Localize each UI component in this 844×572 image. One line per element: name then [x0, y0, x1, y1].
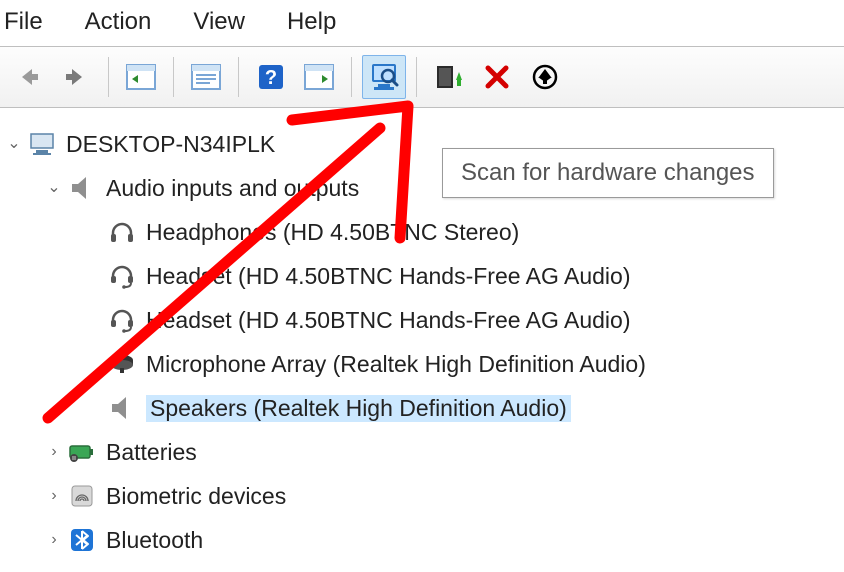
uninstall-icon — [483, 63, 511, 91]
collapse-icon[interactable]: ⌄ — [4, 136, 24, 152]
toolbar-separator — [416, 57, 417, 97]
tree-category-bluetooth[interactable]: › Bluetooth — [0, 518, 844, 562]
headset-icon — [106, 304, 138, 336]
headphones-icon — [106, 216, 138, 248]
collapse-icon[interactable]: ⌄ — [44, 180, 64, 196]
tree-item-label: Speakers (Realtek High Definition Audio) — [146, 395, 571, 422]
toolbar: ? — [0, 46, 844, 108]
disable-icon — [531, 63, 559, 91]
toolbar-separator — [351, 57, 352, 97]
help-button[interactable]: ? — [249, 55, 293, 99]
tree-item-label: Biometric devices — [106, 485, 286, 508]
uninstall-button[interactable] — [475, 55, 519, 99]
speaker-icon — [106, 392, 138, 424]
tree-item-headset[interactable]: Headset (HD 4.50BTNC Hands-Free AG Audio… — [0, 254, 844, 298]
menu-help[interactable]: Help — [287, 8, 336, 36]
scan-icon — [368, 62, 400, 92]
scan-hardware-button[interactable] — [362, 55, 406, 99]
menu-bar: File Action View Help — [0, 0, 844, 46]
tree-item-microphone[interactable]: Microphone Array (Realtek High Definitio… — [0, 342, 844, 386]
expand-icon[interactable]: › — [44, 488, 64, 504]
microphone-icon — [106, 348, 138, 380]
toolbar-separator — [173, 57, 174, 97]
tree-item-label: Headset (HD 4.50BTNC Hands-Free AG Audio… — [146, 265, 630, 288]
tree-category-batteries[interactable]: › Batteries — [0, 430, 844, 474]
bluetooth-icon — [66, 524, 98, 556]
toolbar-separator — [238, 57, 239, 97]
tree-item-label: Audio inputs and outputs — [106, 177, 359, 200]
headset-icon — [106, 260, 138, 292]
tree-item-headphones[interactable]: Headphones (HD 4.50BTNC Stereo) — [0, 210, 844, 254]
expand-icon[interactable]: › — [44, 532, 64, 548]
forward-button[interactable] — [54, 55, 98, 99]
pane-action-icon — [304, 64, 334, 90]
arrow-left-icon — [14, 63, 42, 91]
tree-item-label: Headphones (HD 4.50BTNC Stereo) — [146, 221, 519, 244]
menu-action[interactable]: Action — [85, 8, 152, 36]
tree-item-headset[interactable]: Headset (HD 4.50BTNC Hands-Free AG Audio… — [0, 298, 844, 342]
toolbar-separator — [108, 57, 109, 97]
arrow-right-icon — [62, 63, 90, 91]
properties-button[interactable] — [184, 55, 228, 99]
computer-icon — [26, 128, 58, 160]
tooltip: Scan for hardware changes — [442, 148, 774, 198]
tree-item-label: Headset (HD 4.50BTNC Hands-Free AG Audio… — [146, 309, 630, 332]
tree-item-speakers[interactable]: Speakers (Realtek High Definition Audio) — [0, 386, 844, 430]
menu-view[interactable]: View — [193, 8, 245, 36]
update-driver-button[interactable] — [427, 55, 471, 99]
tree-item-label: DESKTOP-N34IPLK — [66, 133, 275, 156]
back-button[interactable] — [6, 55, 50, 99]
tree-item-label: Microphone Array (Realtek High Definitio… — [146, 353, 646, 376]
tree-item-label: Bluetooth — [106, 529, 203, 552]
tree-category-biometric[interactable]: › Biometric devices — [0, 474, 844, 518]
tree-item-label: Batteries — [106, 441, 197, 464]
show-hide-action-button[interactable] — [297, 55, 341, 99]
speaker-icon — [66, 172, 98, 204]
svg-text:?: ? — [265, 67, 277, 89]
help-icon: ? — [257, 63, 285, 91]
properties-icon — [191, 64, 221, 90]
disable-button[interactable] — [523, 55, 567, 99]
expand-icon[interactable]: › — [44, 444, 64, 460]
battery-icon — [66, 436, 98, 468]
show-hide-tree-button[interactable] — [119, 55, 163, 99]
tooltip-text: Scan for hardware changes — [461, 159, 755, 186]
fingerprint-icon — [66, 480, 98, 512]
update-driver-icon — [434, 62, 464, 92]
pane-tree-icon — [126, 64, 156, 90]
menu-file[interactable]: File — [4, 8, 43, 36]
